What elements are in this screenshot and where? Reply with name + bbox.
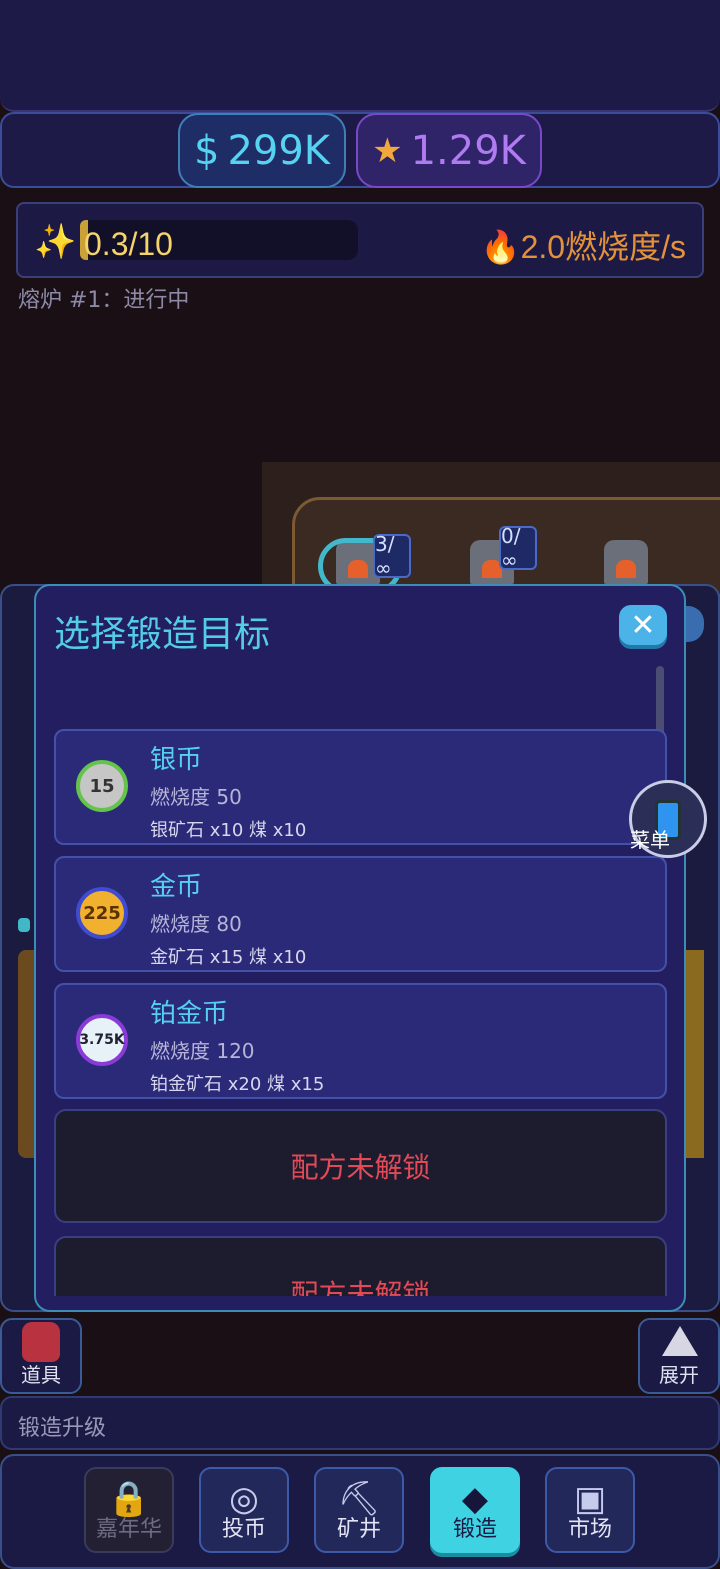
- recipe-burn: 燃烧度 120: [150, 1039, 255, 1063]
- recipe-name: 银币: [150, 745, 203, 775]
- nav-label: 矿井: [336, 1517, 381, 1542]
- furnace-status-text: 熔炉 #1：进行中: [18, 288, 190, 313]
- nav-label: 嘉年华: [95, 1517, 162, 1542]
- furnace-1-counter: 3/∞: [373, 532, 411, 580]
- items-label: 道具: [21, 1363, 61, 1387]
- locked-recipe-clip: 配方未解锁: [54, 1236, 667, 1296]
- background-card-edge: [686, 950, 704, 1158]
- close-icon: ✕: [630, 607, 656, 643]
- recipe-materials: 银矿石 x10 煤 x10: [150, 820, 307, 841]
- star-value: 1.29K: [410, 127, 526, 174]
- progress-text: 0.3/10: [84, 226, 173, 262]
- modal-title: 选择锻造目标: [54, 614, 271, 655]
- forge-upgrade-label: 锻造升级: [18, 1416, 107, 1441]
- sparkle-icon: ✨: [34, 222, 77, 262]
- recipe-platinum-coin[interactable]: [54, 983, 667, 1099]
- nav-label: 市场: [567, 1517, 612, 1542]
- silver-coin-icon: 15: [76, 760, 128, 812]
- nav-market[interactable]: ▣ 市场: [545, 1467, 635, 1553]
- burn-rate-text: 2.0燃烧度/s: [520, 229, 686, 265]
- nav-label: 投币: [221, 1517, 266, 1542]
- recipe-silver-coin[interactable]: [54, 729, 667, 845]
- star-icon: ★: [372, 130, 403, 171]
- money-value: 299K: [227, 127, 331, 174]
- close-button[interactable]: ✕: [619, 605, 667, 645]
- recipe-materials: 金矿石 x15 煤 x10: [150, 947, 307, 968]
- platinum-coin-icon: 3.75K: [76, 1014, 128, 1066]
- money-display: $ 299K: [178, 113, 346, 188]
- fire-icon: 🔥: [480, 229, 521, 265]
- backpack-icon: [22, 1322, 60, 1362]
- recipe-name: 金币: [150, 872, 203, 902]
- star-display: ★ 1.29K: [356, 113, 542, 188]
- furnace-2-counter: 0/∞: [499, 524, 537, 572]
- nav-coin[interactable]: ◎ 投币: [199, 1467, 289, 1553]
- nav-forge[interactable]: ◆ 锻造: [430, 1467, 520, 1553]
- recipe-burn: 燃烧度 50: [150, 785, 242, 809]
- furnace-3[interactable]: [604, 540, 648, 584]
- gold-coin-icon: 225: [76, 887, 128, 939]
- expand-triangle-icon: [662, 1326, 698, 1356]
- burn-rate: 🔥2.0燃烧度/s: [481, 222, 686, 268]
- recipe-name: 铂金币: [150, 999, 229, 1029]
- nav-mine[interactable]: ⛏ 矿井: [314, 1467, 404, 1553]
- dollar-icon: $: [193, 127, 220, 174]
- menu-label: 菜单: [630, 828, 670, 852]
- nav-carnival[interactable]: 🔒 嘉年华: [84, 1467, 174, 1553]
- forge-upgrade-bar[interactable]: [0, 1396, 720, 1450]
- expand-label: 展开: [659, 1363, 699, 1387]
- recipe-burn: 燃烧度 80: [150, 912, 242, 936]
- background-progress: [18, 918, 30, 932]
- recipe-materials: 铂金矿石 x20 煤 x15: [150, 1074, 325, 1095]
- locked-recipe[interactable]: 配方未解锁: [54, 1236, 667, 1296]
- top-banner: [0, 0, 720, 112]
- nav-label: 锻造: [452, 1517, 497, 1542]
- recipe-gold-coin[interactable]: [54, 856, 667, 972]
- locked-recipe[interactable]: 配方未解锁: [54, 1109, 667, 1223]
